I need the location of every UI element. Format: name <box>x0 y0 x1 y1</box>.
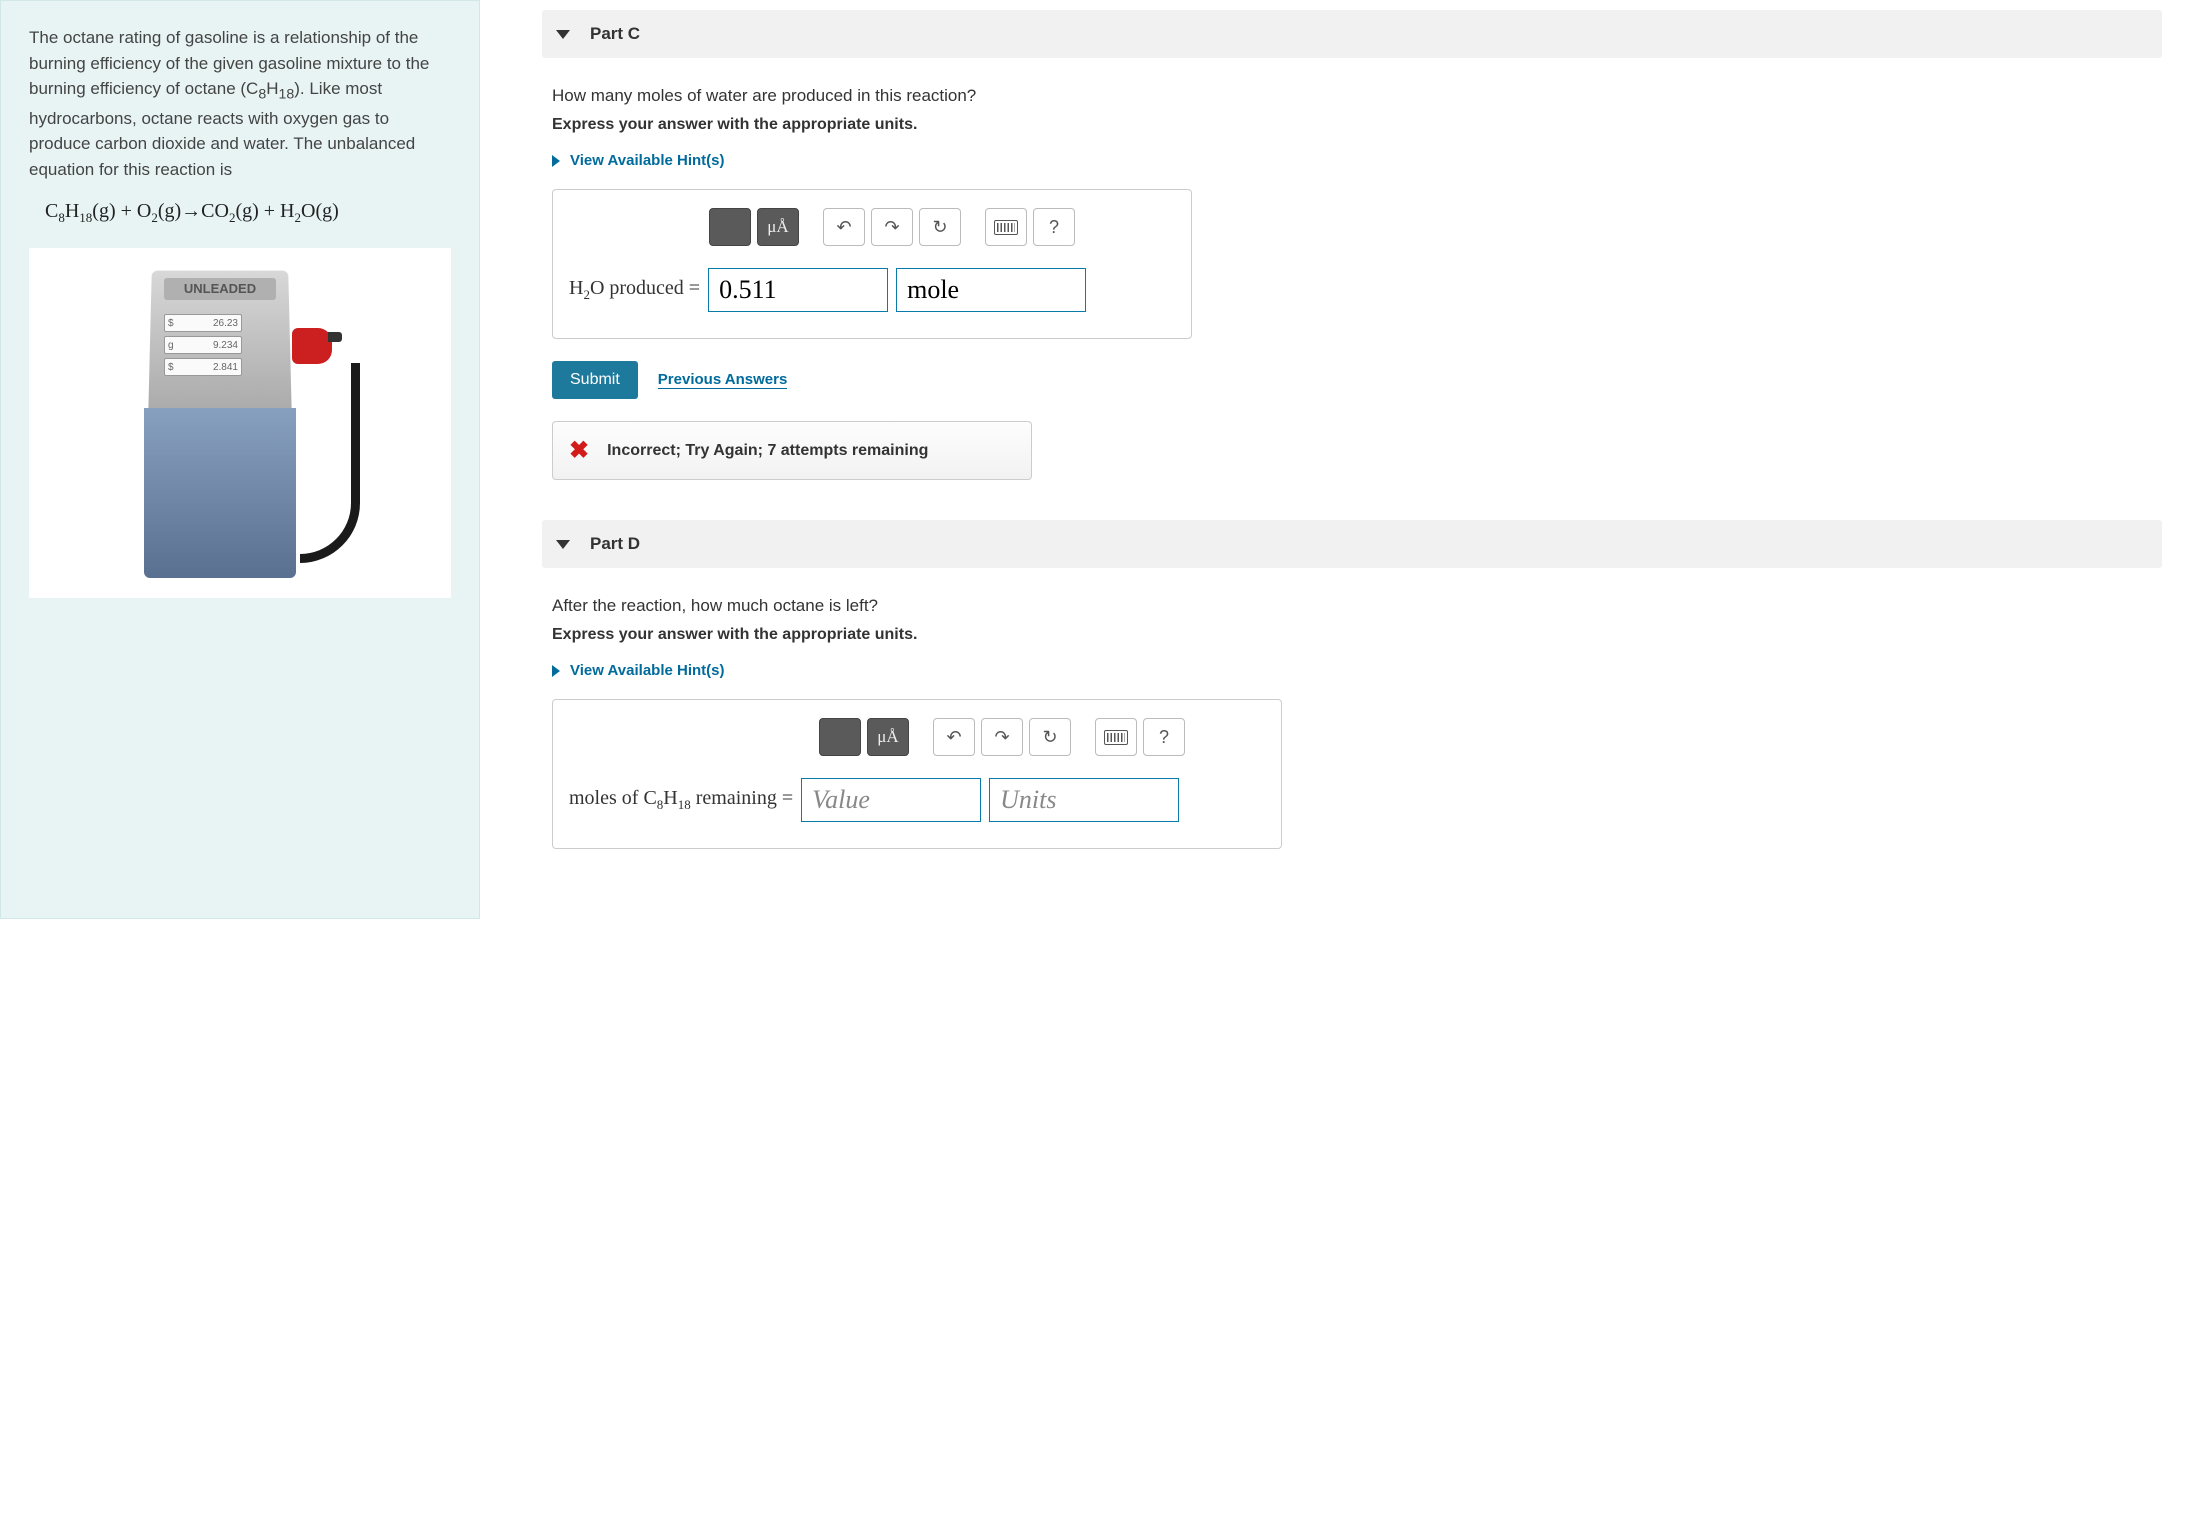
help-button[interactable]: ? <box>1033 208 1075 246</box>
pump-nozzle-icon <box>292 328 332 364</box>
part-c-units-input[interactable] <box>896 268 1086 312</box>
keyboard-icon <box>994 220 1018 235</box>
part-d-toolbar: μÅ ↶ ↷ ↻ ? <box>819 718 1265 756</box>
symbols-button[interactable]: μÅ <box>757 208 799 246</box>
template-button[interactable] <box>819 718 861 756</box>
part-c-previous-answers-link[interactable]: Previous Answers <box>658 371 788 389</box>
undo-button[interactable]: ↶ <box>823 208 865 246</box>
part-c-hints-toggle[interactable]: View Available Hint(s) <box>552 152 2152 169</box>
part-d-body: After the reaction, how much octane is l… <box>542 596 2162 889</box>
part-c-feedback-text: Incorrect; Try Again; 7 attempts remaini… <box>607 442 928 460</box>
caret-right-icon <box>552 155 560 167</box>
answer-panel: Part C How many moles of water are produ… <box>480 0 2192 919</box>
keyboard-button[interactable] <box>985 208 1027 246</box>
help-button[interactable]: ? <box>1143 718 1185 756</box>
part-c-header[interactable]: Part C <box>542 10 2162 58</box>
reset-button[interactable]: ↻ <box>1029 718 1071 756</box>
keyboard-icon <box>1104 730 1128 745</box>
pump-label: UNLEADED <box>164 278 276 300</box>
part-c-title: Part C <box>590 24 640 44</box>
problem-context-panel: The octane rating of gasoline is a relat… <box>0 0 480 919</box>
part-d-instruction: Express your answer with the appropriate… <box>552 626 2152 644</box>
part-d-question: After the reaction, how much octane is l… <box>552 596 2152 616</box>
part-c-answer-label: H2O produced = <box>569 277 700 303</box>
pump-hose-icon <box>300 363 360 563</box>
part-c-answer-box: μÅ ↶ ↷ ↻ ? H2O produced = <box>552 189 1192 339</box>
part-d-hints-toggle[interactable]: View Available Hint(s) <box>552 662 2152 679</box>
reaction-equation: C8H18(g) + O2(g)→CO2(g) + H2O(g) <box>45 200 451 226</box>
part-c-feedback: ✖ Incorrect; Try Again; 7 attempts remai… <box>552 421 1032 480</box>
pump-row-2: g9.234 <box>164 336 242 354</box>
pump-row-1: $26.23 <box>164 314 242 332</box>
part-d-units-input[interactable] <box>989 778 1179 822</box>
part-c-question: How many moles of water are produced in … <box>552 86 2152 106</box>
redo-button[interactable]: ↷ <box>981 718 1023 756</box>
keyboard-button[interactable] <box>1095 718 1137 756</box>
pump-row-3: $2.841 <box>164 358 242 376</box>
part-d-header[interactable]: Part D <box>542 520 2162 568</box>
part-d-value-input[interactable] <box>801 778 981 822</box>
pump-image: UNLEADED $26.23 g9.234 $2.841 <box>29 248 451 598</box>
part-c-body: How many moles of water are produced in … <box>542 86 2162 520</box>
undo-button[interactable]: ↶ <box>933 718 975 756</box>
template-button[interactable] <box>709 208 751 246</box>
reset-button[interactable]: ↻ <box>919 208 961 246</box>
part-d-answer-box: μÅ ↶ ↷ ↻ ? moles of C8H18 remaining = <box>552 699 1282 849</box>
caret-down-icon <box>556 540 570 549</box>
part-c-instruction: Express your answer with the appropriate… <box>552 116 2152 134</box>
redo-button[interactable]: ↷ <box>871 208 913 246</box>
caret-down-icon <box>556 30 570 39</box>
part-c-toolbar: μÅ ↶ ↷ ↻ ? <box>709 208 1175 246</box>
part-c-submit-button[interactable]: Submit <box>552 361 638 399</box>
part-d-answer-label: moles of C8H18 remaining = <box>569 787 793 813</box>
symbols-button[interactable]: μÅ <box>867 718 909 756</box>
intro-text: The octane rating of gasoline is a relat… <box>29 25 451 182</box>
incorrect-icon: ✖ <box>569 436 589 465</box>
part-d-title: Part D <box>590 534 640 554</box>
part-c-value-input[interactable] <box>708 268 888 312</box>
caret-right-icon <box>552 665 560 677</box>
